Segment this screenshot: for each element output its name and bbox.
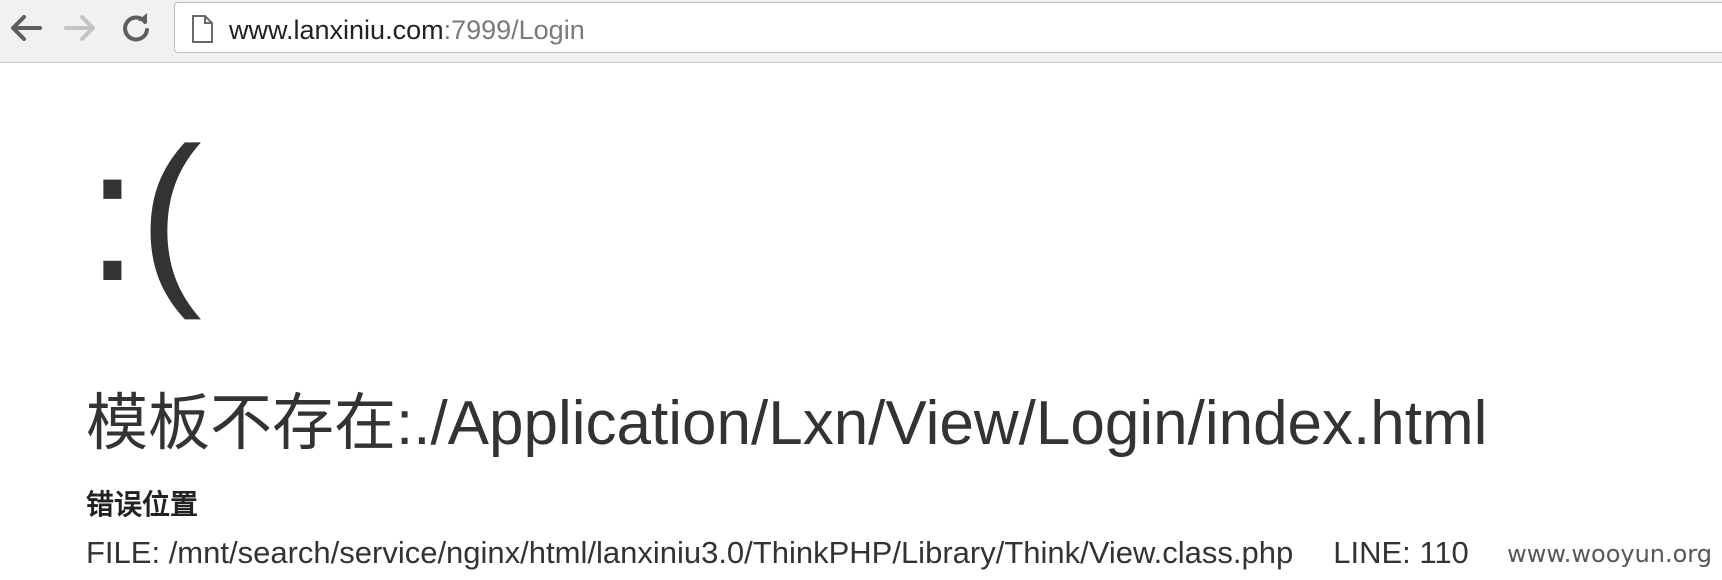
address-bar[interactable]: www.lanxiniu.com:7999/Login: [174, 2, 1722, 53]
error-location-line: FILE: /mnt/search/service/nginx/html/lan…: [86, 535, 1469, 571]
back-button[interactable]: [6, 8, 46, 48]
arrow-left-icon: [11, 15, 42, 41]
error-location-title: 错误位置: [86, 489, 199, 520]
watermark: www.wooyun.org: [1507, 540, 1712, 568]
browser-toolbar: www.lanxiniu.com:7999/Login: [0, 0, 1722, 63]
url-host: www.lanxiniu.com: [229, 15, 444, 45]
reload-icon: [123, 13, 149, 42]
arrow-right-icon: [64, 15, 95, 41]
error-file: FILE: /mnt/search/service/nginx/html/lan…: [86, 535, 1294, 570]
forward-button[interactable]: [60, 8, 100, 48]
error-message: 模板不存在:./Application/Lxn/View/Login/index…: [86, 389, 1488, 458]
reload-button[interactable]: [116, 8, 156, 48]
document-icon: [191, 15, 213, 48]
error-line-number: LINE: 110: [1333, 535, 1469, 570]
sad-face: :(: [86, 109, 203, 321]
url-path: :7999/Login: [443, 15, 585, 45]
url-text: www.lanxiniu.com:7999/Login: [229, 15, 585, 45]
